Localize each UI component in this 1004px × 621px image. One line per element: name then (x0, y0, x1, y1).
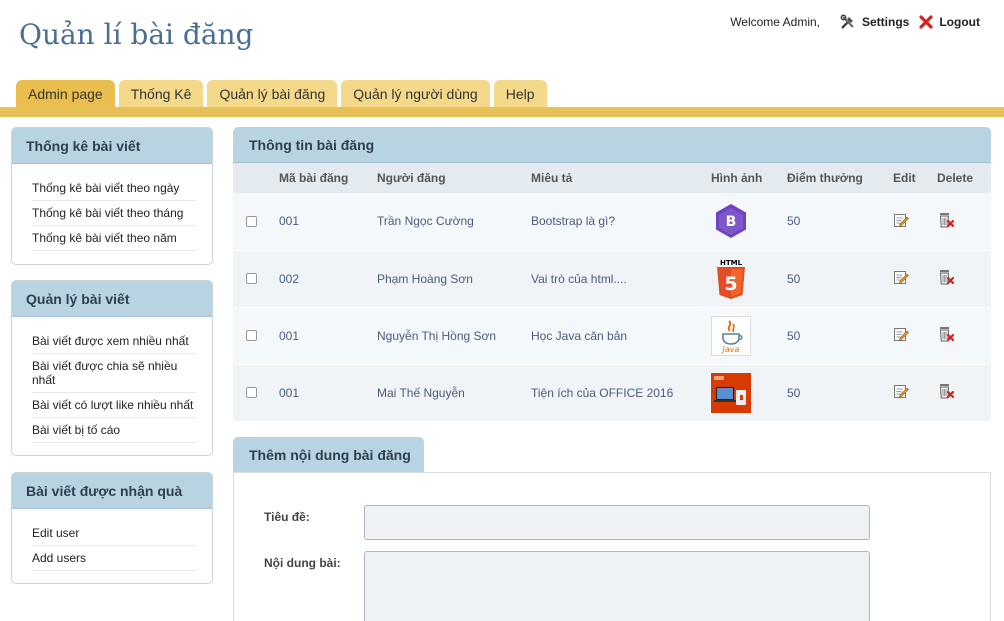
sidebar-item-stats-by-day[interactable]: Thống kê bài viết theo ngày (32, 176, 196, 201)
sidebar-item-most-viewed[interactable]: Bài viết được xem nhiều nhất (32, 329, 196, 354)
sidebar-item-edit-user[interactable]: Edit user (32, 521, 196, 546)
cell-description: Bootstrap là gì? (531, 193, 711, 251)
sidebar-item-add-users[interactable]: Add users (32, 546, 196, 571)
html5-logo-number: 5 (724, 273, 737, 295)
col-header-post-id[interactable]: Mã bài đăng (279, 163, 377, 193)
cell-post-id: 001 (279, 364, 377, 422)
bootstrap-logo-letter: B (726, 214, 737, 230)
edit-icon[interactable] (893, 326, 909, 342)
cell-description: Vai trò của html.... (531, 250, 711, 308)
cell-points: 50 (787, 307, 893, 365)
table-header-row: Mã bài đăng Người đăng Miêu tả Hình ảnh … (233, 163, 991, 193)
content-textarea[interactable] (364, 551, 870, 621)
cell-post-id: 001 (279, 193, 377, 251)
cell-author: Nguyễn Thị Hồng Sơn (377, 307, 531, 365)
content-label: Nội dung bài: (264, 556, 341, 570)
sidebar-item-reported[interactable]: Bài viết bị tố cáo (32, 418, 196, 443)
logout-x-icon (919, 15, 933, 29)
main-nav: Admin page Thống Kê Quản lý bài đăng Quả… (16, 80, 551, 108)
welcome-text: Welcome Admin, (730, 15, 820, 29)
cell-points: 50 (787, 364, 893, 422)
sidebar-box-title: Bài viết được nhận quà (12, 473, 212, 509)
html5-logo-text: HTML (720, 259, 743, 267)
sidebar-item-most-shared[interactable]: Bài viết được chia sẽ nhiều nhất (32, 354, 196, 393)
cell-points: 50 (787, 250, 893, 308)
nav-tab-admin-page[interactable]: Admin page (16, 80, 115, 108)
posts-panel: Thông tin bài đăng Mã bài đăng Người đăn… (233, 127, 991, 422)
row-checkbox[interactable] (246, 330, 257, 341)
settings-icon (840, 14, 854, 29)
table-row: 001 Nguyễn Thị Hồng Sơn Học Java căn bản… (233, 307, 991, 365)
sidebar-box-title: Quản lý bài viết (12, 281, 212, 317)
cell-author: Trần Ngọc Cường (377, 193, 531, 251)
sidebar-list: Edit user Add users (12, 509, 212, 581)
edit-icon[interactable] (893, 269, 909, 285)
row-checkbox[interactable] (246, 273, 257, 284)
sidebar-item-most-liked[interactable]: Bài viết có lượt like nhiều nhất (32, 393, 196, 418)
delete-icon[interactable] (937, 382, 955, 400)
top-user-bar: Welcome Admin, Settings Logout (730, 14, 980, 30)
table-row: 002 Phạm Hoàng Sơn Vai trò của html.... … (233, 250, 991, 308)
cell-author: Mai Thế Nguyễn (377, 364, 531, 422)
add-post-form: Tiêu đề: Nội dung bài: (233, 472, 991, 621)
row-checkbox[interactable] (246, 215, 257, 227)
posts-panel-title: Thông tin bài đăng (233, 127, 991, 163)
java-logo-text: Java (721, 345, 740, 354)
sidebar-list: Thống kê bài viết theo ngày Thống kê bài… (12, 164, 212, 261)
cell-description: Học Java căn bản (531, 307, 711, 365)
cell-post-id: 001 (279, 307, 377, 365)
settings-label: Settings (862, 15, 910, 29)
table-row: 001 Mai Thế Nguyễn Tiện ích của OFFICE 2… (233, 364, 991, 422)
sidebar-box-title: Thống kê bài viết (12, 128, 212, 164)
edit-icon[interactable] (893, 383, 909, 399)
nav-tab-help[interactable]: Help (493, 80, 547, 108)
java-logo-image: Java (711, 315, 751, 356)
delete-icon[interactable] (937, 211, 955, 229)
posts-table: Mã bài đăng Người đăng Miêu tả Hình ảnh … (233, 163, 991, 422)
sidebar-box-post-statistics: Thống kê bài viết Thống kê bài viết theo… (11, 127, 213, 265)
cell-description: Tiện ích của OFFICE 2016 (531, 364, 711, 422)
sidebar-box-gifted-posts: Bài viết được nhận quà Edit user Add use… (11, 472, 213, 584)
bootstrap-logo-image: B (711, 201, 751, 241)
title-input[interactable] (364, 505, 870, 540)
col-header-points[interactable]: Điểm thưởng (787, 163, 893, 193)
settings-link[interactable]: Settings (840, 14, 909, 30)
nav-tab-manage-posts[interactable]: Quản lý bài đăng (207, 80, 338, 108)
title-label: Tiêu đề: (264, 510, 310, 524)
nav-tab-statistics[interactable]: Thống Kê (118, 80, 204, 108)
col-header-author[interactable]: Người đăng (377, 163, 531, 193)
html5-logo-image: HTML 5 (711, 259, 751, 299)
cell-author: Phạm Hoàng Sơn (377, 250, 531, 308)
nav-tab-manage-users[interactable]: Quản lý người dùng (341, 80, 490, 108)
sidebar-list: Bài viết được xem nhiều nhất Bài viết đư… (12, 317, 212, 453)
col-header-description[interactable]: Miêu tả (531, 163, 711, 193)
table-row: 001 Trần Ngọc Cường Bootstrap là gì? B 5… (233, 193, 991, 251)
delete-icon[interactable] (937, 325, 955, 343)
col-header-delete[interactable]: Delete (937, 163, 991, 193)
nav-underline-bar (0, 107, 1004, 117)
site-title: Quản lí bài đăng (19, 18, 254, 51)
sidebar-item-stats-by-month[interactable]: Thống kê bài viết theo tháng (32, 201, 196, 226)
logout-link[interactable]: Logout (919, 15, 980, 29)
row-checkbox[interactable] (246, 387, 257, 398)
delete-icon[interactable] (937, 268, 955, 286)
sidebar-item-stats-by-year[interactable]: Thống kê bài viết theo năm (32, 226, 196, 251)
sidebar-box-manage-posts: Quản lý bài viết Bài viết được xem nhiều… (11, 280, 213, 456)
col-header-image[interactable]: Hình ảnh (711, 163, 787, 193)
edit-icon[interactable] (893, 212, 909, 228)
logout-label: Logout (939, 15, 980, 29)
col-header-edit[interactable]: Edit (893, 163, 937, 193)
office-2016-image (711, 372, 751, 413)
cell-points: 50 (787, 193, 893, 251)
cell-post-id: 002 (279, 250, 377, 308)
add-post-tab[interactable]: Thêm nội dung bài đăng (233, 437, 424, 473)
